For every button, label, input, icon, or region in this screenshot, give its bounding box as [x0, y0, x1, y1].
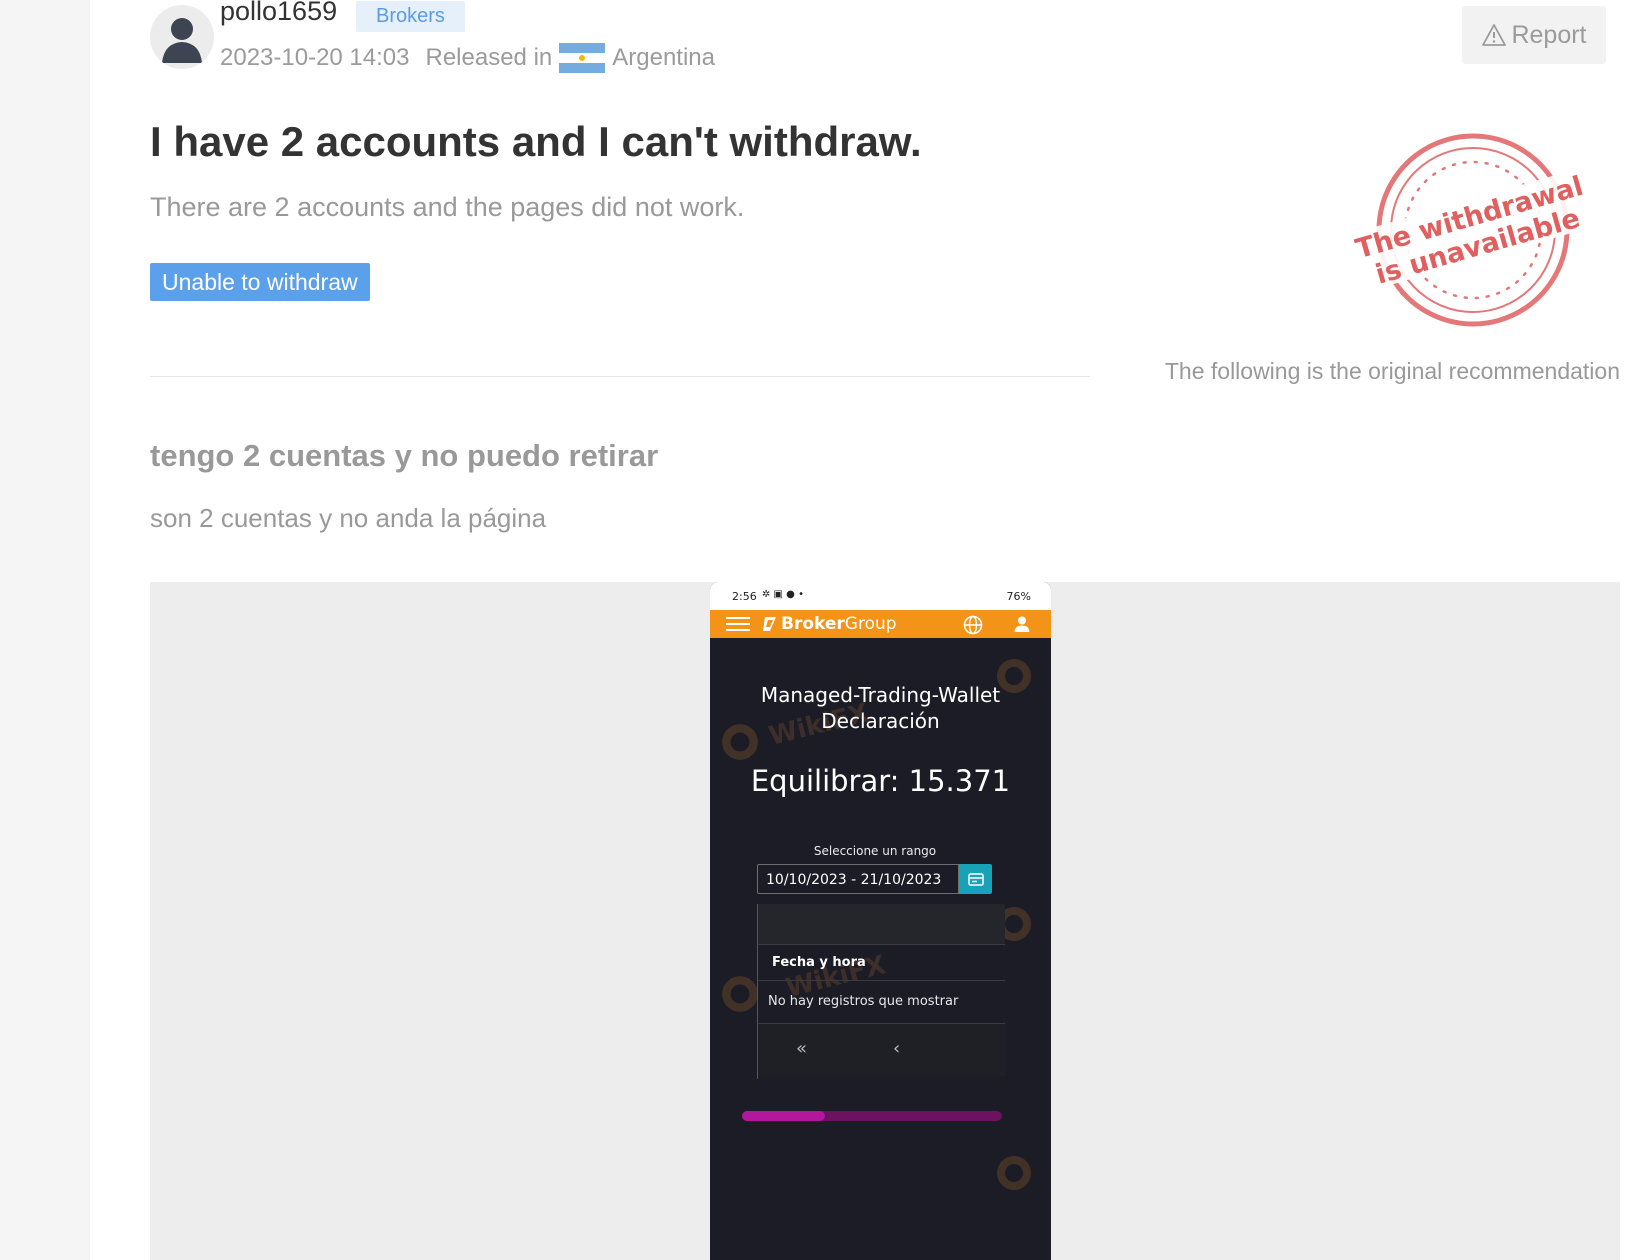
review-card: pollo1659 Brokers 2023-10-20 14:03 Relea…: [90, 0, 1643, 1260]
broker-app-header: Broker Group: [710, 610, 1051, 638]
warning-icon: [1482, 24, 1507, 46]
wallet-balance: Equilibrar: 15.371: [750, 764, 1011, 798]
table-toolbar: [758, 904, 1005, 945]
scroll-progress-fill: [742, 1111, 826, 1121]
argentina-flag-icon: [559, 43, 606, 73]
user-icon: [1014, 616, 1030, 632]
post-datetime: 2023-10-20 14:03: [220, 44, 410, 71]
username[interactable]: pollo1659: [220, 0, 337, 27]
phone-screenshot: 2:56 ✲ ▣ ● • 76% Broker Group WikiFX Wik…: [710, 582, 1051, 1260]
wallet-statement-title: Managed-Trading-Wallet Declaración: [760, 683, 1001, 733]
attached-screenshot[interactable]: 2:56 ✲ ▣ ● • 76% Broker Group WikiFX Wik…: [150, 582, 1620, 1260]
issue-tag[interactable]: Unable to withdraw: [150, 263, 370, 301]
post-meta: 2023-10-20 14:03 Released in Argentina: [220, 43, 715, 73]
post-title: I have 2 accounts and I can't withdraw.: [150, 118, 922, 165]
original-title: tengo 2 cuentas y no puedo retirar: [150, 438, 659, 473]
phone-status-bar: 2:56 ✲ ▣ ● • 76%: [710, 582, 1051, 610]
range-label: Seleccione un rango: [813, 844, 937, 858]
wikifx-watermark-icon: [722, 976, 758, 1012]
calendar-icon: [967, 873, 984, 886]
original-recommendation-label: The following is the original recommenda…: [1164, 358, 1620, 384]
user-avatar[interactable]: [150, 5, 214, 69]
wikifx-watermark-icon: [997, 1156, 1031, 1190]
previous-page-icon: ‹: [893, 1038, 901, 1059]
first-page-icon: «: [796, 1038, 808, 1059]
date-range-input: 10/10/2023 - 21/10/2023: [757, 864, 959, 894]
report-button[interactable]: Report: [1462, 6, 1606, 64]
status-icons: ✲ ▣ ● •: [762, 589, 804, 600]
brokergroup-logo: Broker Group: [762, 614, 897, 634]
released-in-label: Released in: [425, 44, 553, 71]
statement-table: Fecha y hora No hay registros que mostra…: [757, 904, 1005, 1079]
hamburger-menu-icon: [726, 617, 750, 631]
report-label: Report: [1511, 20, 1587, 49]
original-description: son 2 cuentas y no anda la página: [150, 503, 547, 533]
withdrawal-unavailable-stamp: The withdrawal is unavailable: [1345, 130, 1605, 340]
scroll-progress-bar: [742, 1111, 1002, 1121]
divider: [150, 376, 1090, 377]
brokergroup-logo-icon: [763, 617, 776, 631]
globe-icon: [963, 615, 983, 635]
column-header-date: Fecha y hora: [758, 945, 1005, 981]
status-time: 2:56: [732, 590, 757, 603]
status-battery: 76%: [1006, 590, 1031, 603]
category-badge: Brokers: [356, 1, 465, 32]
table-pager: « ‹: [758, 1024, 1005, 1076]
post-description: There are 2 accounts and the pages did n…: [150, 192, 745, 222]
calendar-button: [959, 864, 992, 894]
empty-table-message: No hay registros que mostrar: [758, 981, 1005, 1024]
country-name: Argentina: [612, 44, 715, 71]
